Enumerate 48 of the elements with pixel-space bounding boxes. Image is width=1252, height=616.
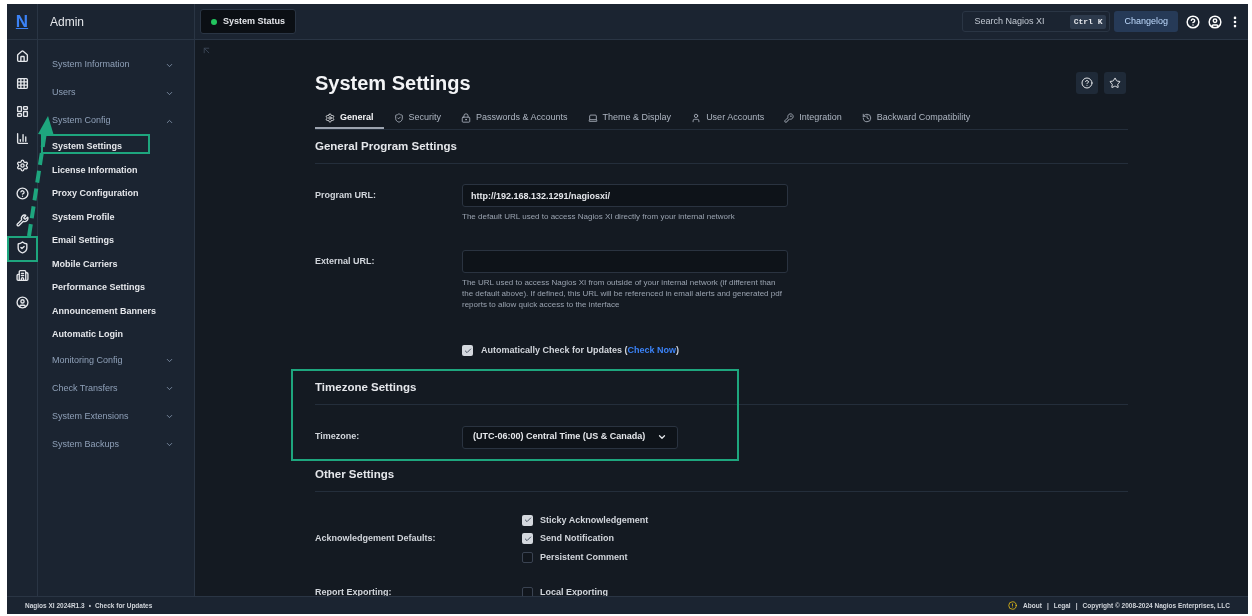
- section-title: Timezone Settings: [315, 380, 417, 393]
- settings-tab[interactable]: Security: [383, 108, 452, 129]
- settings-tab[interactable]: Backward Compatibility: [851, 108, 981, 129]
- changelog-button[interactable]: Changelog: [1114, 11, 1178, 32]
- checkbox-label: Automatically Check for Updates (Check Now): [481, 344, 680, 357]
- checkbox-label: Persistent Comment: [540, 550, 628, 564]
- shortcut-key: Ctrl K: [1069, 14, 1107, 29]
- help-text: The URL used to access Nagios XI from outside of your internal network (if different than the default above). If defined, this URL will be referenced in email alerts and generated pdf reports to allow quick access to the interface: [462, 277, 783, 310]
- nav-item[interactable]: System Settings: [52, 135, 174, 159]
- nav-group[interactable]: System Extensions: [52, 402, 174, 431]
- settings-tab[interactable]: General: [315, 108, 384, 129]
- status-button[interactable]: System Status: [200, 9, 297, 34]
- nav-item[interactable]: Proxy Configuration: [52, 182, 174, 206]
- nav-item[interactable]: System Profile: [52, 205, 174, 229]
- field-label: Report Exporting:: [315, 586, 393, 596]
- field-label: Acknowledgement Defaults:: [315, 532, 437, 545]
- nav-item[interactable]: Email Settings: [52, 229, 174, 253]
- checkbox-label: Send Notification: [540, 532, 614, 545]
- section-title: Other Settings: [315, 467, 395, 480]
- section-title: General Program Settings: [315, 140, 457, 152]
- nav-group[interactable]: System Information: [52, 51, 174, 79]
- sidebar-title: Admin: [50, 13, 84, 31]
- nav-item[interactable]: Announcement Banners: [52, 299, 174, 323]
- nav-group[interactable]: System Backups: [52, 430, 174, 459]
- nav-group[interactable]: Monitoring Config: [52, 346, 174, 375]
- nav-item[interactable]: Performance Settings: [52, 276, 174, 300]
- field-label: External URL:: [315, 254, 376, 268]
- page-title: System Settings: [315, 71, 471, 96]
- field-label: Program URL:: [315, 188, 377, 202]
- settings-tab[interactable]: Theme & Display: [577, 108, 682, 129]
- nav-item[interactable]: License Information: [52, 158, 174, 182]
- settings-tab[interactable]: Passwords & Accounts: [451, 108, 578, 129]
- status-label: System Status: [223, 14, 286, 28]
- help-text: The default URL used to access Nagios XI directly from your internal network: [462, 211, 736, 222]
- nav-item[interactable]: Automatic Login: [52, 323, 174, 347]
- nav-group[interactable]: System Config: [52, 107, 174, 135]
- nav-group[interactable]: Users: [52, 79, 174, 107]
- logo[interactable]: N: [15, 13, 29, 30]
- settings-tab[interactable]: Integration: [774, 108, 852, 129]
- url-field[interactable]: http://192.168.132.1291/nagiosxi/: [462, 184, 788, 207]
- search-field[interactable]: Search Nagios XI Ctrl K: [962, 11, 1111, 32]
- settings-tab[interactable]: User Accounts: [681, 108, 775, 129]
- field-label: Timezone:: [315, 430, 361, 444]
- checkbox-label: Sticky Acknowledgement: [540, 513, 649, 527]
- nav-group[interactable]: Check Transfers: [52, 374, 174, 403]
- checkbox-label: Local Exporting: [540, 586, 608, 596]
- timezone-select[interactable]: (UTC-06:00) Central Time (US & Canada): [462, 425, 678, 449]
- nav-item[interactable]: Mobile Carriers: [52, 252, 174, 276]
